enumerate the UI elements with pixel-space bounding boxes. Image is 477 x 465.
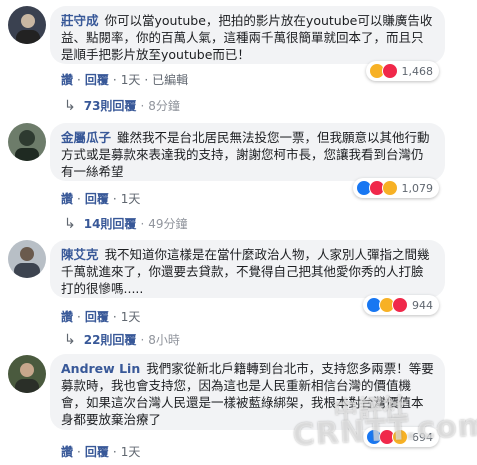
commenter-name[interactable]: 金屬瓜子 <box>61 130 111 145</box>
reaction-count: 1,468 <box>401 64 434 78</box>
love-icon <box>392 297 408 313</box>
edited-label: 已編輯 <box>152 73 189 87</box>
comment-actions: 讚 · 回覆 · 1天 <box>61 310 141 324</box>
reply-arrow-icon: ↳ <box>64 97 76 114</box>
reply-arrow-icon: ↳ <box>64 215 76 232</box>
timestamp[interactable]: 1天 <box>121 445 141 459</box>
reply-arrow-icon: ↳ <box>64 331 76 348</box>
like-link[interactable]: 讚 <box>61 445 73 459</box>
timestamp[interactable]: 1天 <box>121 192 141 206</box>
commenter-name[interactable]: 莊守成 <box>61 13 99 28</box>
avatar[interactable] <box>8 355 46 393</box>
watermark-en: CRNTT.com <box>291 407 477 454</box>
comment-bubble: 陳艾克 我不知道你這樣是在當什麼政治人物，人家別人彈指之間幾千萬就進來了，你還要去… <box>50 240 445 298</box>
like-link[interactable]: 讚 <box>61 73 73 87</box>
avatar[interactable] <box>8 6 46 44</box>
comment-actions: 讚 · 回覆 · 1天 <box>61 192 141 206</box>
reaction-count: 1,079 <box>401 181 434 195</box>
reply-link[interactable]: 回覆 <box>85 310 109 324</box>
timestamp[interactable]: 1天 <box>121 73 141 87</box>
avatar[interactable] <box>8 123 46 161</box>
view-replies[interactable]: ↳ 22則回覆 · 8小時 <box>64 331 180 348</box>
timestamp[interactable]: 1天 <box>121 310 141 324</box>
comment-bubble: 金屬瓜子 雖然我不是台北居民無法投您一票，但我願意以其他行動方式或是募款來表達我的… <box>50 123 445 181</box>
replies-time: 8小時 <box>148 333 180 347</box>
replies-count[interactable]: 22則回覆 <box>84 331 137 348</box>
like-link[interactable]: 讚 <box>61 192 73 206</box>
reply-link[interactable]: 回覆 <box>85 73 109 87</box>
laugh-icon <box>381 180 398 196</box>
replies-count[interactable]: 14則回覆 <box>84 215 137 232</box>
replies-time: 49分鐘 <box>148 217 188 231</box>
like-link[interactable]: 讚 <box>61 310 73 324</box>
view-replies[interactable]: ↳ 14則回覆 · 49分鐘 <box>64 215 188 232</box>
comment-actions: 讚 · 回覆 · 1天 <box>61 445 141 459</box>
commenter-name[interactable]: Andrew Lin <box>61 361 140 376</box>
reply-link[interactable]: 回覆 <box>85 445 109 459</box>
love-icon <box>381 63 398 79</box>
replies-count[interactable]: 73則回覆 <box>84 97 137 114</box>
comment-text: 我不知道你這樣是在當什麼政治人物，人家別人彈指之間幾千萬就進來了，你還要去貸款，… <box>61 247 430 296</box>
comment-text: 你可以當youtube，把拍的影片放在youtube可以賺廣告收益、點閱率，你的… <box>61 13 433 62</box>
reaction-summary[interactable]: 944 <box>363 295 439 315</box>
comment-bubble: 莊守成 你可以當youtube，把拍的影片放在youtube可以賺廣告收益、點閱率… <box>50 6 445 64</box>
avatar[interactable] <box>8 240 46 278</box>
reply-link[interactable]: 回覆 <box>85 192 109 206</box>
comment-actions: 讚 · 回覆 · 1天 · 已編輯 <box>61 73 189 87</box>
comment-text: 雖然我不是台北居民無法投您一票，但我願意以其他行動方式或是募款來表達我的支持，謝… <box>61 130 430 179</box>
reaction-summary[interactable]: 1,468 <box>365 61 439 81</box>
watermark-logo: 中評社 CRNTT.com <box>291 383 477 453</box>
view-replies[interactable]: ↳ 73則回覆 · 8分鐘 <box>64 97 180 114</box>
commenter-name[interactable]: 陳艾克 <box>61 247 99 262</box>
replies-time: 8分鐘 <box>148 99 180 113</box>
reaction-summary[interactable]: 1,079 <box>352 178 439 198</box>
reaction-count: 944 <box>412 298 433 312</box>
